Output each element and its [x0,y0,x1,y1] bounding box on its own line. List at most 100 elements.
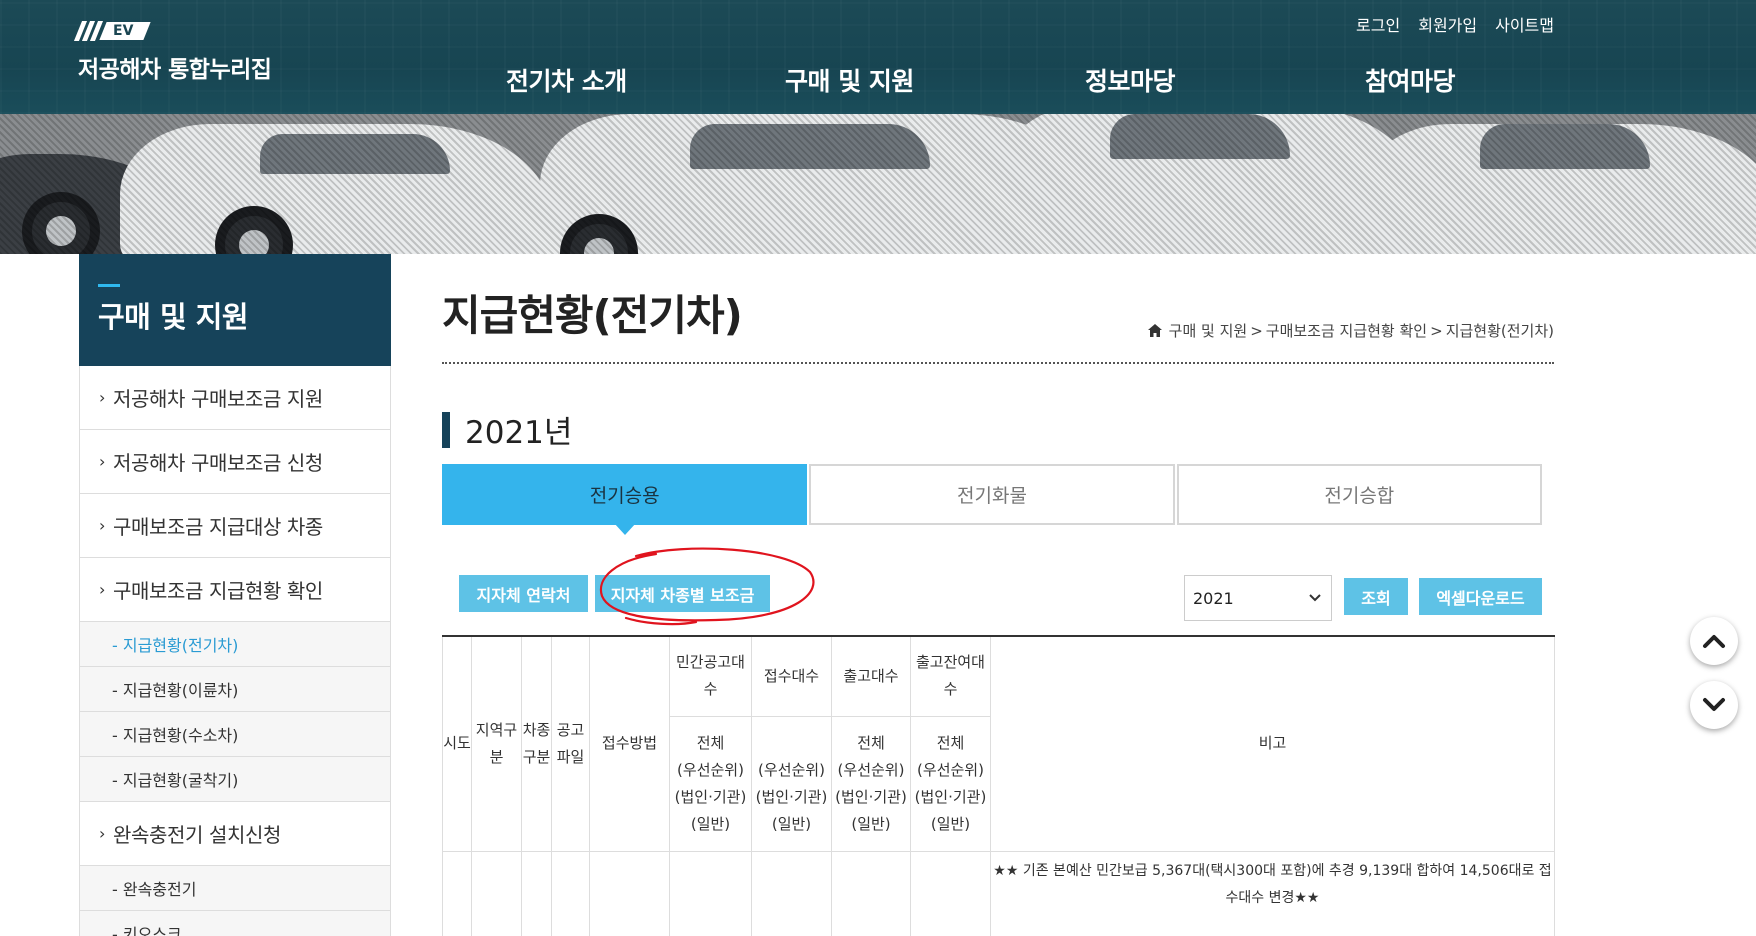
sub-header-private: 전체 (우선순위) (법인·기관) (일반) [669,715,752,852]
sub-header-line: (법인·기관) [674,787,747,806]
breadcrumb-item[interactable]: 구매 및 지원 [1169,320,1248,341]
hero-banner-image [0,114,1756,254]
utility-links: 로그인 회원가입 사이트맵 [1356,12,1554,36]
table-cell [471,850,522,936]
col-header-received: 접수대수 [751,635,832,717]
side-nav: 구매 및 지원 › 저공해차 구매보조금 지원 › 저공해차 구매보조금 신청 › 구… [79,254,391,936]
chevron-up-icon [1703,635,1725,648]
side-nav-item-payment-status[interactable]: › 구매보조금 지급현황 확인 [80,558,390,622]
subsidy-by-model-button[interactable]: 지자체 차종별 보조금 [595,575,770,612]
side-nav-item-label: 저공해차 구매보조금 신청 [113,451,323,475]
gnb-participation[interactable]: 참여마당 [1365,62,1456,98]
signup-link[interactable]: 회원가입 [1418,12,1477,36]
excel-download-button[interactable]: 엑셀다운로드 [1419,578,1542,615]
sub-header-line: (법인·기관) [755,787,828,806]
side-nav-title: 구매 및 지원 [79,254,391,366]
side-nav-submenu: - 지급현황(전기차) - 지급현황(이륜차) - 지급현황(수소차) - 지급… [80,622,390,802]
heading-bar [442,411,450,448]
year-select[interactable]: 2021 [1184,575,1332,621]
year-heading: 2021년 [442,407,572,452]
banner-stripe-overlay [0,114,1756,254]
side-nav-item-label: 완속충전기 설치신청 [113,823,281,847]
sub-header-line: (법인·기관) [914,787,987,806]
sub-header-line: (일반) [771,814,812,833]
col-header-method: 접수방법 [589,635,670,852]
title-divider [442,362,1554,364]
side-nav-sub-hydrogen[interactable]: - 지급현황(수소차) [80,712,390,757]
side-nav-item-eligible-models[interactable]: › 구매보조금 지급대상 차종 [80,494,390,558]
gnb-ev-intro[interactable]: 전기차 소개 [506,62,627,98]
scroll-top-button[interactable] [1690,617,1738,665]
sub-header-line: (우선순위) [837,760,905,779]
logo-badge: EV [99,22,152,40]
sub-header-line [752,730,831,757]
side-nav-sub-two-wheeler[interactable]: - 지급현황(이륜차) [80,667,390,712]
chevron-right-icon: › [99,516,105,535]
table-cell [831,850,911,936]
sub-header-line: (일반) [851,814,891,833]
tab-truck[interactable]: 전기화물 [809,464,1175,525]
year-select-value: 2021 [1193,588,1234,608]
chevron-right-icon: › [99,452,105,471]
scroll-bottom-button[interactable] [1690,681,1738,729]
chevron-down-icon [1309,594,1321,602]
breadcrumb-separator: > [1250,321,1263,340]
local-gov-contacts-button[interactable]: 지자체 연락처 [459,575,588,612]
sub-header-line: (법인·기관) [835,787,907,806]
col-header-remaining: 출고잔여대수 [910,635,991,717]
tab-passenger[interactable]: 전기승용 [442,464,808,535]
table-cell [751,850,832,936]
breadcrumb-separator: > [1430,321,1443,340]
side-nav-item-subsidy-apply[interactable]: › 저공해차 구매보조금 신청 [80,430,390,494]
side-nav-item-label: 구매보조금 지급대상 차종 [113,515,323,539]
side-nav-submenu: - 완속충전기 - 키오스크 [80,866,390,936]
side-nav-sub-kiosk[interactable]: - 키오스크 [80,911,390,936]
gnb-purchase-support[interactable]: 구매 및 지원 [785,62,914,98]
sitemap-link[interactable]: 사이트맵 [1495,12,1554,36]
year-heading-text: 2021년 [465,415,573,451]
col-header-sido: 시도 [442,635,472,852]
sub-header-received: (우선순위) (법인·기관) (일반) [751,715,832,852]
home-icon[interactable] [1147,324,1162,337]
breadcrumb-item[interactable]: 구매보조금 지급현황 확인 [1266,320,1427,341]
side-nav-sub-slow-charger[interactable]: - 완속충전기 [80,866,390,911]
sub-header-line: (일반) [690,814,731,833]
side-nav-item-label: 저공해차 구매보조금 지원 [113,387,323,411]
sub-header-line: 전체 [696,733,725,752]
page-title: 지급현황(전기차) [442,291,743,340]
sub-header-line: (우선순위) [917,760,984,779]
gnb-info[interactable]: 정보마당 [1085,62,1176,98]
vehicle-tabs: 전기승용 전기화물 전기승합 [442,464,1542,535]
site-header: EV 저공해차 통합누리집 로그인 회원가입 사이트맵 전기차 소개 구매 및 … [0,0,1756,114]
sub-header-line: 전체 [936,733,965,752]
sub-header-line: (우선순위) [758,760,825,779]
payment-status-table: 시도 지역구분 차종구분 공고파일 접수방법 민간공고대수 접수대수 출고대수 … [442,635,1555,936]
chevron-right-icon: › [99,824,105,843]
col-header-notice-file: 공고파일 [551,635,590,852]
table-cell [589,850,670,936]
side-nav-list: › 저공해차 구매보조금 지원 › 저공해차 구매보조금 신청 › 구매보조금 지급대… [79,366,391,936]
col-header-private-notice: 민간공고대수 [669,635,752,717]
side-nav-item-label: 구매보조금 지급현황 확인 [113,579,323,603]
global-nav: 전기차 소개 구매 및 지원 정보마당 참여마당 [0,62,1756,96]
action-row: 지자체 연락처 지자체 차종별 보조금 2021 조회 엑셀다운로드 [442,575,1542,621]
logo-slashes [73,21,104,41]
table-cell [551,850,590,936]
table-cell [669,850,752,936]
side-nav-item-slow-charger[interactable]: › 완속충전기 설치신청 [80,802,390,866]
side-nav-sub-excavator[interactable]: - 지급현황(굴착기) [80,757,390,802]
table-cell [442,850,472,936]
side-nav-item-subsidy-support[interactable]: › 저공해차 구매보조금 지원 [80,366,390,430]
table-cell [910,850,991,936]
tab-bus[interactable]: 전기승합 [1176,464,1542,525]
table-cell-note: ★★ 기존 본예산 민간보급 5,367대(택시300대 포함)에 추경 9,1… [990,850,1555,936]
search-button[interactable]: 조회 [1344,578,1408,615]
table-row: ★★ 기존 본예산 민간보급 5,367대(택시300대 포함)에 추경 9,1… [442,850,1555,936]
side-nav-sub-ev[interactable]: - 지급현황(전기차) [80,622,390,667]
sub-header-line: (일반) [930,814,971,833]
table-cell [521,850,552,936]
login-link[interactable]: 로그인 [1356,12,1400,36]
chevron-right-icon: › [99,580,105,599]
sub-header-released: 전체 (우선순위) (법인·기관) (일반) [831,715,911,852]
breadcrumb: 구매 및 지원 > 구매보조금 지급현황 확인 > 지급현황(전기차) [1147,320,1554,341]
